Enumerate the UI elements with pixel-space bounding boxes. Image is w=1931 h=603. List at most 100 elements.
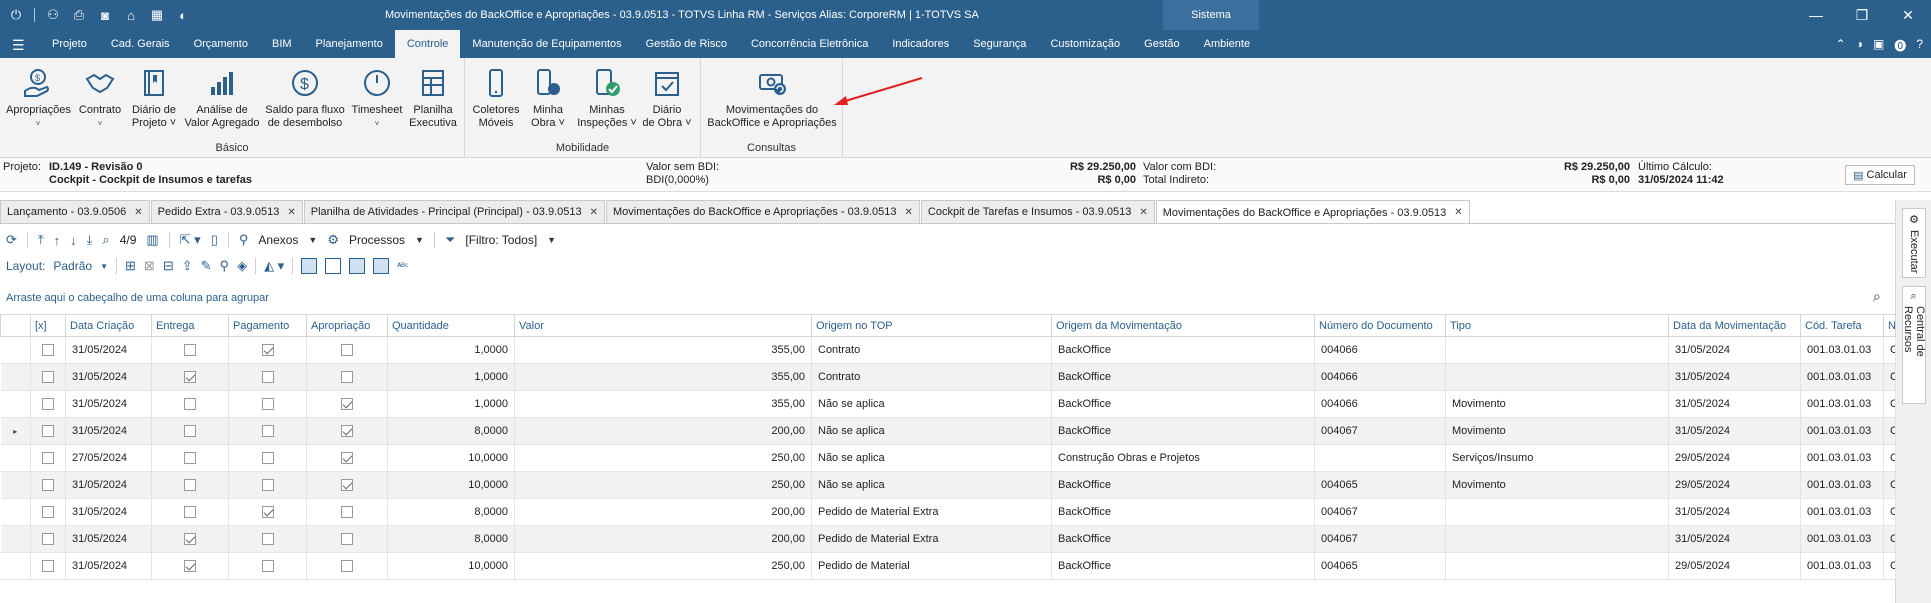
column-header[interactable]: Cód. Tarefa bbox=[1800, 314, 1884, 337]
column-header[interactable]: No bbox=[1883, 314, 1896, 337]
close-tab-icon[interactable]: ✕ bbox=[905, 207, 913, 218]
group-by-hint[interactable]: Arraste aqui o cabeçalho de uma coluna p… bbox=[0, 288, 1895, 308]
select-row-checkbox[interactable] bbox=[42, 452, 54, 465]
entrega-checkbox[interactable] bbox=[184, 371, 196, 384]
menu-tab-3[interactable]: BIM bbox=[260, 30, 304, 58]
column-header[interactable]: Valor bbox=[514, 314, 812, 337]
minimize-icon[interactable]: — bbox=[1793, 0, 1839, 30]
select-row-checkbox[interactable] bbox=[42, 344, 54, 357]
select-row-checkbox[interactable] bbox=[42, 533, 54, 546]
users-icon[interactable]: ⚇ bbox=[45, 7, 61, 23]
saldo-fluxo-button[interactable]: $ Saldo para fluxo de desembolso bbox=[264, 66, 346, 130]
column-header[interactable]: Data Criação bbox=[65, 314, 152, 337]
column-header[interactable]: Origem no TOP bbox=[811, 314, 1052, 337]
chevron-down-icon[interactable]: ▼ bbox=[308, 235, 317, 245]
timesheet-button[interactable]: Timesheet ˅ bbox=[350, 66, 404, 130]
coletores-moveis-button[interactable]: Coletores Móveis bbox=[471, 66, 521, 130]
menu-tab-6[interactable]: Manutenção de Equipamentos bbox=[460, 30, 633, 58]
entrega-checkbox[interactable] bbox=[184, 452, 196, 465]
delete-layout-icon[interactable]: ⊠ bbox=[144, 258, 155, 274]
chart-icon[interactable]: ◭ ▾ bbox=[264, 258, 284, 274]
pagamento-checkbox[interactable] bbox=[261, 344, 274, 357]
column-header[interactable]: Pagamento bbox=[228, 314, 307, 337]
column-header[interactable]: Apropriação bbox=[306, 314, 388, 337]
sistema-tab[interactable]: Sistema bbox=[1163, 0, 1259, 30]
apropriacao-checkbox[interactable] bbox=[341, 479, 353, 492]
document-tab[interactable]: Pedido Extra - 03.9.0513 ✕ bbox=[150, 200, 303, 223]
first-record-icon[interactable]: ⤒ bbox=[38, 232, 44, 248]
menu-tab-11[interactable]: Customização bbox=[1038, 30, 1132, 58]
document-tab[interactable]: Movimentações do BackOffice e Apropriaçõ… bbox=[606, 200, 920, 223]
menu-tab-5[interactable]: Controle bbox=[394, 30, 461, 58]
question-icon[interactable]: ? bbox=[1916, 37, 1923, 54]
apropriacao-checkbox[interactable] bbox=[341, 398, 353, 411]
close-tab-icon[interactable]: ✕ bbox=[287, 207, 295, 218]
footer-toggle-icon[interactable] bbox=[301, 258, 318, 274]
table-row[interactable]: 31/05/2024 8,0000 200,00 Pedido de Material… bbox=[0, 498, 1896, 526]
camera-icon[interactable]: ◙ bbox=[97, 7, 113, 23]
add-layout-icon[interactable]: ⊞ bbox=[125, 258, 136, 274]
table-row[interactable]: 31/05/2024 10,0000 250,00 Não se aplica Back… bbox=[0, 471, 1896, 499]
window-layout-icon[interactable]: ▣ bbox=[1873, 37, 1884, 54]
search-icon[interactable]: ⌕ bbox=[1873, 288, 1881, 305]
central-recursos-tab[interactable]: ⌕ Central de Recursos bbox=[1902, 286, 1926, 404]
paint-icon[interactable]: ✎ bbox=[201, 258, 212, 274]
diario-obra-button[interactable]: Diário de Obra ˅ bbox=[639, 66, 695, 130]
filter-row-toggle-icon[interactable] bbox=[373, 258, 390, 274]
select-row-checkbox[interactable] bbox=[42, 425, 54, 438]
search-icon[interactable]: ⌕ bbox=[102, 232, 109, 248]
group-panel-toggle-icon[interactable] bbox=[325, 258, 342, 274]
entrega-checkbox[interactable] bbox=[184, 479, 196, 492]
processos-dropdown[interactable]: Processos bbox=[349, 233, 405, 247]
close-icon[interactable]: ✕ bbox=[1885, 0, 1931, 30]
previous-record-icon[interactable]: ↑ bbox=[54, 233, 61, 248]
apropriacao-checkbox[interactable] bbox=[341, 344, 353, 357]
apropriacao-checkbox[interactable] bbox=[341, 425, 353, 438]
last-record-icon[interactable]: ⤓ bbox=[87, 232, 93, 248]
help-icon[interactable]: ⓿ bbox=[1894, 37, 1906, 54]
table-row[interactable]: 31/05/2024 8,0000 200,00 Pedido de Material… bbox=[0, 525, 1896, 553]
entrega-checkbox[interactable] bbox=[184, 344, 196, 357]
menu-tab-8[interactable]: Concorrência Eletrônica bbox=[739, 30, 880, 58]
pagamento-checkbox[interactable] bbox=[261, 425, 274, 438]
collapse-ribbon-icon[interactable]: ⌃ bbox=[1836, 37, 1846, 54]
export-icon[interactable]: ⇱ ▾ bbox=[180, 232, 201, 248]
entrega-checkbox[interactable] bbox=[184, 398, 196, 411]
next-record-icon[interactable]: ↓ bbox=[70, 233, 77, 248]
table-row[interactable]: 31/05/2024 1,0000 355,00 Não se aplica BackO… bbox=[0, 390, 1896, 418]
close-tab-icon[interactable]: ✕ bbox=[1139, 207, 1147, 218]
columns-icon[interactable]: ▥ bbox=[146, 232, 158, 248]
pagamento-checkbox[interactable] bbox=[261, 371, 274, 384]
select-row-checkbox[interactable] bbox=[42, 398, 54, 411]
refresh-icon[interactable]: ⟳ bbox=[6, 232, 17, 248]
column-header[interactable]: Data da Movimentação bbox=[1668, 314, 1801, 337]
anexos-dropdown[interactable]: Anexos bbox=[258, 233, 298, 247]
column-header[interactable]: Número do Documento bbox=[1314, 314, 1446, 337]
menu-tab-9[interactable]: Indicadores bbox=[880, 30, 961, 58]
pagamento-checkbox[interactable] bbox=[261, 506, 274, 519]
pagamento-checkbox[interactable] bbox=[261, 452, 274, 465]
diario-projeto-button[interactable]: Diário de Projeto ˅ bbox=[128, 66, 180, 130]
column-header[interactable]: Origem da Movimentação bbox=[1051, 314, 1315, 337]
restore-icon[interactable]: ❐ bbox=[1839, 0, 1885, 30]
table-row[interactable]: ▸ 31/05/2024 8,0000 200,00 Não se aplica Back… bbox=[0, 417, 1896, 445]
apropriacao-checkbox[interactable] bbox=[341, 371, 353, 384]
header-toggle-icon[interactable] bbox=[349, 258, 366, 274]
planilha-executiva-button[interactable]: Planilha Executiva bbox=[406, 66, 460, 130]
home-icon[interactable]: ⌂ bbox=[123, 7, 139, 23]
chevron-down-icon[interactable]: ▼ bbox=[547, 235, 556, 245]
table-row[interactable]: 27/05/2024 10,0000 250,00 Não se aplica Cons… bbox=[0, 444, 1896, 472]
document-tab[interactable]: Cockpit de Tarefas e Insumos - 03.9.0513… bbox=[920, 200, 1155, 223]
theme-icon[interactable]: ◑ bbox=[1856, 37, 1863, 54]
menu-icon[interactable]: ☰ bbox=[12, 37, 25, 54]
import-layout-icon[interactable]: ⇪ bbox=[182, 258, 193, 274]
pagamento-checkbox[interactable] bbox=[261, 398, 274, 411]
filter-dropdown[interactable]: [Filtro: Todos] bbox=[465, 233, 537, 247]
pagamento-checkbox[interactable] bbox=[261, 533, 274, 546]
table-row[interactable]: 31/05/2024 1,0000 355,00 Contrato BackOffice… bbox=[0, 363, 1896, 391]
calculator-icon[interactable]: ▦ bbox=[149, 7, 165, 23]
apropriacao-checkbox[interactable] bbox=[341, 506, 353, 519]
menu-tab-2[interactable]: Orçamento bbox=[182, 30, 260, 58]
minhas-inspecoes-button[interactable]: Minhas Inspeções ˅ bbox=[577, 66, 637, 130]
spellcheck-icon[interactable]: ᴬᴮᶜ bbox=[397, 261, 408, 271]
